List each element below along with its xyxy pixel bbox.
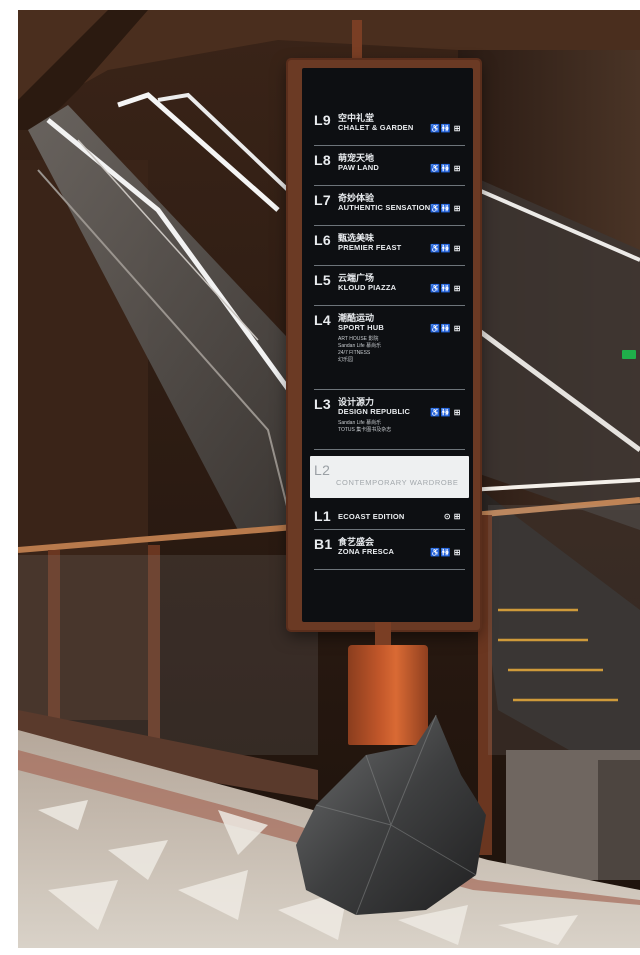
amenity-icons: ♿🚻 ⊞ bbox=[430, 408, 461, 417]
directory-floor-row: L3 设计源力 DESIGN REPUBLIC ♿🚻 ⊞ Sandan Life… bbox=[314, 390, 465, 450]
floor-code: L3 bbox=[314, 396, 331, 412]
tenant-note: ART HOUSE 影院 bbox=[338, 336, 379, 342]
rock-base bbox=[296, 715, 486, 916]
directory-floor-row: L4 潮酷运动 SPORT HUB ♿🚻 ⊞ ART HOUSE 影院 Sand… bbox=[314, 306, 465, 390]
floor-name-en: PAW LAND bbox=[338, 163, 380, 172]
directory-floor-row-current: L2 CONTEMPORARY WARDROBE bbox=[310, 456, 469, 498]
floor-code: B1 bbox=[314, 536, 333, 552]
amenity-icons: ♿🚻 ⊞ bbox=[430, 548, 461, 557]
directory-floor-row: L1 ECOAST EDITION ⊙ ⊞ bbox=[314, 504, 465, 530]
amenity-icons: ♿🚻 ⊞ bbox=[430, 164, 461, 173]
floor-name-en: ZONA FRESCA bbox=[338, 547, 395, 556]
directory-floor-row: B1 食艺盛会 ZONA FRESCA ♿🚻 ⊞ bbox=[314, 530, 465, 570]
exit-sign bbox=[622, 350, 636, 359]
floor-code: L2 bbox=[314, 462, 331, 478]
directory-floor-row: L8 萌宠天地 PAW LAND ♿🚻 ⊞ bbox=[314, 146, 465, 186]
floor-code: L1 bbox=[314, 508, 331, 524]
floor-name-en: CONTEMPORARY WARDROBE bbox=[336, 478, 459, 487]
floor-name-en: CHALET & GARDEN bbox=[338, 123, 414, 132]
amenity-icons: ♿🚻 ⊞ bbox=[430, 284, 461, 293]
directory-floor-row: L9 空中礼堂 CHALET & GARDEN ♿🚻 ⊞ bbox=[314, 106, 465, 146]
directory-floor-row: L7 奇妙体验 AUTHENTIC SENSATIONS ♿🚻 ⊞ bbox=[314, 186, 465, 226]
tenant-note: 24/7 FITNESS bbox=[338, 350, 371, 356]
floor-code: L4 bbox=[314, 312, 331, 328]
amenity-icons: ♿🚻 ⊞ bbox=[430, 124, 461, 133]
amenity-icons: ⊙ ⊞ bbox=[443, 512, 461, 521]
amenity-icons: ♿🚻 ⊞ bbox=[430, 204, 461, 213]
mall-photo: L9 空中礼堂 CHALET & GARDEN ♿🚻 ⊞ L8 萌宠天地 PAW… bbox=[18, 10, 640, 948]
floor-name-en: ECOAST EDITION bbox=[338, 512, 405, 521]
floor-code: L6 bbox=[314, 232, 331, 248]
tenant-note: TOTUS 集卡图书及杂志 bbox=[338, 427, 392, 433]
tenant-note: 幻乐园 bbox=[338, 357, 354, 363]
floor-code: L7 bbox=[314, 192, 331, 208]
directory-floor-row: L5 云端广场 KLOUD PIAZZA ♿🚻 ⊞ bbox=[314, 266, 465, 306]
tenant-note: Sandan Life 慕尚乐 bbox=[338, 343, 382, 349]
floor-name-en: DESIGN REPUBLIC bbox=[338, 407, 411, 416]
floor-name-en: SPORT HUB bbox=[338, 323, 384, 332]
amenity-icons: ♿🚻 ⊞ bbox=[430, 244, 461, 253]
tenant-note: Sandan Life 慕尚乐 bbox=[338, 420, 382, 426]
directory-screen: L9 空中礼堂 CHALET & GARDEN ♿🚻 ⊞ L8 萌宠天地 PAW… bbox=[302, 68, 473, 622]
floor-code: L9 bbox=[314, 112, 331, 128]
floor-name-en: PREMIER FEAST bbox=[338, 243, 402, 252]
floor-directory-sign: L9 空中礼堂 CHALET & GARDEN ♿🚻 ⊞ L8 萌宠天地 PAW… bbox=[288, 60, 480, 630]
floor-code: L5 bbox=[314, 272, 331, 288]
floor-code: L8 bbox=[314, 152, 331, 168]
sign-mount-pole bbox=[352, 20, 362, 62]
floor-name-en: AUTHENTIC SENSATIONS bbox=[338, 203, 436, 212]
amenity-icons: ♿🚻 ⊞ bbox=[430, 324, 461, 333]
floor-name-en: KLOUD PIAZZA bbox=[338, 283, 397, 292]
directory-floor-row: L6 甄选美味 PREMIER FEAST ♿🚻 ⊞ bbox=[314, 226, 465, 266]
